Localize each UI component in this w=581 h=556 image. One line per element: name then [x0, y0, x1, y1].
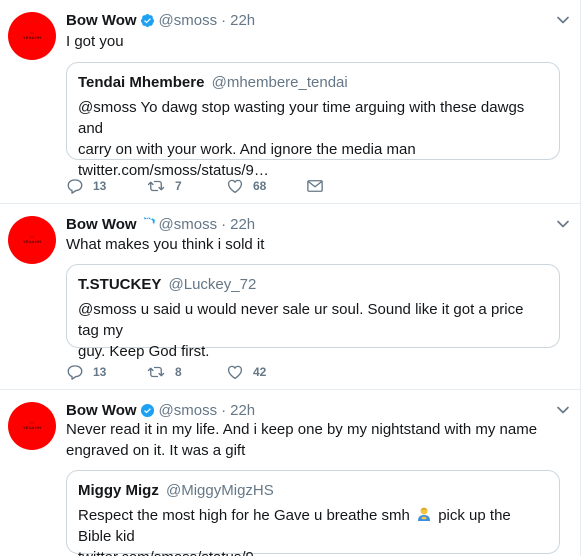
- reply-icon: [67, 179, 83, 194]
- quoted-text-line: carry on with your work. And ignore the …: [78, 141, 416, 158]
- chevron-down-icon[interactable]: [556, 13, 570, 27]
- quoted-text-line: guy. Keep God first.: [78, 343, 210, 360]
- like-count: 42: [253, 365, 267, 379]
- timestamp[interactable]: 22h: [230, 216, 255, 233]
- tweet-header: Bow Wow @smoss · 22h: [66, 214, 255, 234]
- like-button[interactable]: 42: [226, 363, 306, 381]
- retweet-button[interactable]: 7: [146, 177, 226, 195]
- tweet[interactable]: "" YEAAHH Bow Wow @smoss · 22h What make…: [0, 204, 580, 390]
- retweet-icon: [147, 180, 165, 192]
- tweet-text: I got you: [66, 33, 124, 50]
- author-handle[interactable]: @smoss: [159, 402, 218, 419]
- quoted-tweet-text: @smoss Yo dawg stop wasting your time ar…: [78, 97, 548, 181]
- avatar[interactable]: "" YEAAHH: [8, 12, 56, 60]
- tweet[interactable]: "" YEAAHH Bow Wow @smoss · 22h I got you…: [0, 0, 580, 204]
- quoted-text-line: Respect the most high for he Gave u brea…: [78, 505, 548, 547]
- verified-badge-icon: [140, 13, 154, 27]
- timestamp[interactable]: 22h: [230, 12, 255, 29]
- avatar-text-line2: YEAAHH: [22, 425, 42, 430]
- tweet-actions: 13 8 42: [66, 362, 306, 382]
- quoted-tweet[interactable]: T.STUCKEY @Luckey_72 @smoss u said u wou…: [66, 264, 560, 360]
- direct-message-icon: [307, 180, 323, 192]
- author-name[interactable]: Bow Wow: [66, 216, 137, 233]
- separator-dot: ·: [221, 215, 227, 233]
- quoted-tweet-header: Miggy Migz @MiggyMigzHS: [78, 481, 548, 501]
- quoted-author-name: T.STUCKEY: [78, 276, 162, 293]
- retweet-count: 7: [175, 179, 182, 193]
- quoted-tweet-text: @smoss u said u would never sale ur soul…: [78, 299, 548, 362]
- reply-count: 13: [93, 365, 107, 379]
- separator-dot: ·: [221, 11, 227, 29]
- timeline: "" YEAAHH Bow Wow @smoss · 22h I got you…: [0, 0, 581, 556]
- like-icon: [227, 179, 243, 194]
- avatar-text-line2: YEAAHH: [22, 35, 42, 40]
- person-bowing-emoji: [418, 507, 431, 521]
- quoted-tweet-text: Respect the most high for he Gave u brea…: [78, 505, 548, 556]
- timestamp[interactable]: 22h: [230, 402, 255, 419]
- verified-badge-icon: [143, 216, 155, 227]
- tweet-text: Never read it in my life. And i keep one…: [66, 419, 556, 461]
- avatar[interactable]: "" YEAAHH: [8, 402, 56, 450]
- author-handle[interactable]: @smoss: [159, 12, 218, 29]
- like-icon: [227, 365, 243, 380]
- tweet-actions: 13 7 68: [66, 176, 336, 196]
- quoted-text-line: @smoss u said u would never sale ur soul…: [78, 301, 524, 339]
- retweet-icon: [147, 366, 165, 378]
- direct-message-button[interactable]: [306, 178, 336, 194]
- tweet-text-line: Never read it in my life. And i keep one…: [66, 421, 538, 438]
- quoted-author-handle: @Luckey_72: [168, 276, 257, 293]
- avatar-text-line2: YEAAHH: [22, 239, 42, 244]
- reply-icon: [67, 365, 83, 380]
- quoted-tweet[interactable]: Miggy Migz @MiggyMigzHS Respect the most…: [66, 470, 560, 556]
- like-button[interactable]: 68: [226, 177, 306, 195]
- author-handle[interactable]: @smoss: [159, 216, 218, 233]
- verified-badge-icon: [140, 403, 154, 417]
- retweet-button[interactable]: 8: [146, 363, 226, 381]
- chevron-down-icon[interactable]: [556, 403, 570, 417]
- quoted-author-handle: @mhembere_tendai: [211, 74, 348, 91]
- author-name[interactable]: Bow Wow: [66, 12, 137, 29]
- like-count: 68: [253, 179, 267, 193]
- quoted-text-line: @smoss Yo dawg stop wasting your time ar…: [78, 99, 525, 137]
- tweet[interactable]: "" YEAAHH Bow Wow @smoss · 22h Never rea…: [0, 390, 580, 556]
- quoted-text-part: Respect the most high for he Gave u brea…: [78, 507, 410, 524]
- quoted-author-name: Miggy Migz: [78, 482, 159, 499]
- quoted-tweet-header: T.STUCKEY @Luckey_72: [78, 275, 548, 295]
- chevron-down-icon[interactable]: [556, 217, 570, 231]
- quoted-author-name: Tendai Mhembere: [78, 74, 205, 91]
- retweet-count: 8: [175, 365, 182, 379]
- avatar[interactable]: "" YEAAHH: [8, 216, 56, 264]
- quoted-tweet[interactable]: Tendai Mhembere @mhembere_tendai @smoss …: [66, 62, 560, 179]
- tweet-text-line: engraved on it. It was a gift: [66, 442, 246, 459]
- tweet-text: What makes you think i sold it: [66, 236, 265, 253]
- reply-button[interactable]: 13: [66, 177, 146, 195]
- author-name[interactable]: Bow Wow: [66, 402, 137, 419]
- quoted-tweet-header: Tendai Mhembere @mhembere_tendai: [78, 73, 548, 93]
- reply-count: 13: [93, 179, 107, 193]
- tweet-header: Bow Wow @smoss · 22h: [66, 10, 255, 30]
- separator-dot: ·: [221, 401, 227, 419]
- reply-button[interactable]: 13: [66, 363, 146, 381]
- quoted-author-handle: @MiggyMigzHS: [166, 482, 274, 499]
- tweet-header: Bow Wow @smoss · 22h: [66, 400, 255, 420]
- quoted-text-line: twitter.com/smoss/status/9…: [78, 547, 548, 556]
